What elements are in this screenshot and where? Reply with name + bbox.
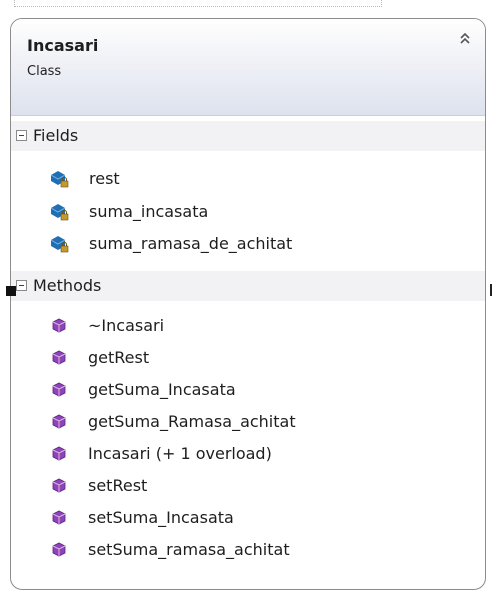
field-name: suma_incasata [89, 202, 209, 221]
method-icon [52, 414, 66, 429]
field-item-suma-incasata[interactable]: suma_incasata [11, 197, 485, 227]
method-item-getrest[interactable]: getRest [11, 343, 485, 373]
class-header[interactable]: Incasari Class [11, 19, 485, 116]
method-icon [52, 478, 66, 493]
method-item-getsuma-incasata[interactable]: getSuma_Incasata [11, 375, 485, 405]
method-item-destructor[interactable]: ~Incasari [11, 311, 485, 341]
fields-section-label: Fields [33, 126, 79, 145]
field-name: suma_ramasa_de_achitat [89, 234, 293, 253]
left-resize-handle[interactable] [6, 286, 16, 296]
method-item-getsuma-ramasa-achitat[interactable]: getSuma_Ramasa_achitat [11, 407, 485, 437]
private-field-icon [50, 236, 69, 253]
method-icon [52, 350, 66, 365]
double-chevron-up-icon[interactable] [458, 30, 472, 46]
method-icon [52, 382, 66, 397]
adjacent-shape-dotted-border [14, 0, 382, 7]
field-item-suma-ramasa-de-achitat[interactable]: suma_ramasa_de_achitat [11, 229, 485, 259]
fields-section-header[interactable]: Fields [11, 121, 485, 151]
methods-section-label: Methods [33, 276, 102, 295]
class-kind-label: Class [27, 64, 62, 79]
method-name: Incasari (+ 1 overload) [88, 444, 272, 463]
method-name: getSuma_Ramasa_achitat [88, 412, 296, 431]
right-resize-handle[interactable] [490, 284, 492, 296]
method-icon [52, 446, 66, 461]
adjacent-shape-edge [0, 0, 496, 10]
fields-collapse-toggle[interactable] [16, 130, 27, 141]
method-name: setRest [88, 476, 148, 495]
method-name: ~Incasari [88, 316, 165, 335]
field-item-rest[interactable]: rest [11, 164, 485, 194]
method-icon [52, 510, 66, 525]
class-title[interactable]: Incasari [27, 36, 98, 55]
method-item-constructor[interactable]: Incasari (+ 1 overload) [11, 439, 485, 469]
method-name: setSuma_Incasata [88, 508, 234, 527]
method-name: getSuma_Incasata [88, 380, 236, 399]
method-item-setsuma-incasata[interactable]: setSuma_Incasata [11, 503, 485, 533]
method-name: setSuma_ramasa_achitat [88, 540, 290, 559]
method-item-setsuma-ramasa-achitat[interactable]: setSuma_ramasa_achitat [11, 535, 485, 565]
methods-section-header[interactable]: Methods [11, 271, 485, 301]
private-field-icon [50, 171, 69, 188]
private-field-icon [50, 204, 69, 221]
method-item-setrest[interactable]: setRest [11, 471, 485, 501]
class-shape[interactable]: Incasari Class Fields rest suma_incasata [10, 18, 486, 590]
method-icon [52, 318, 66, 333]
methods-collapse-toggle[interactable] [16, 280, 27, 291]
field-name: rest [89, 169, 120, 188]
method-name: getRest [88, 348, 150, 367]
method-icon [52, 542, 66, 557]
